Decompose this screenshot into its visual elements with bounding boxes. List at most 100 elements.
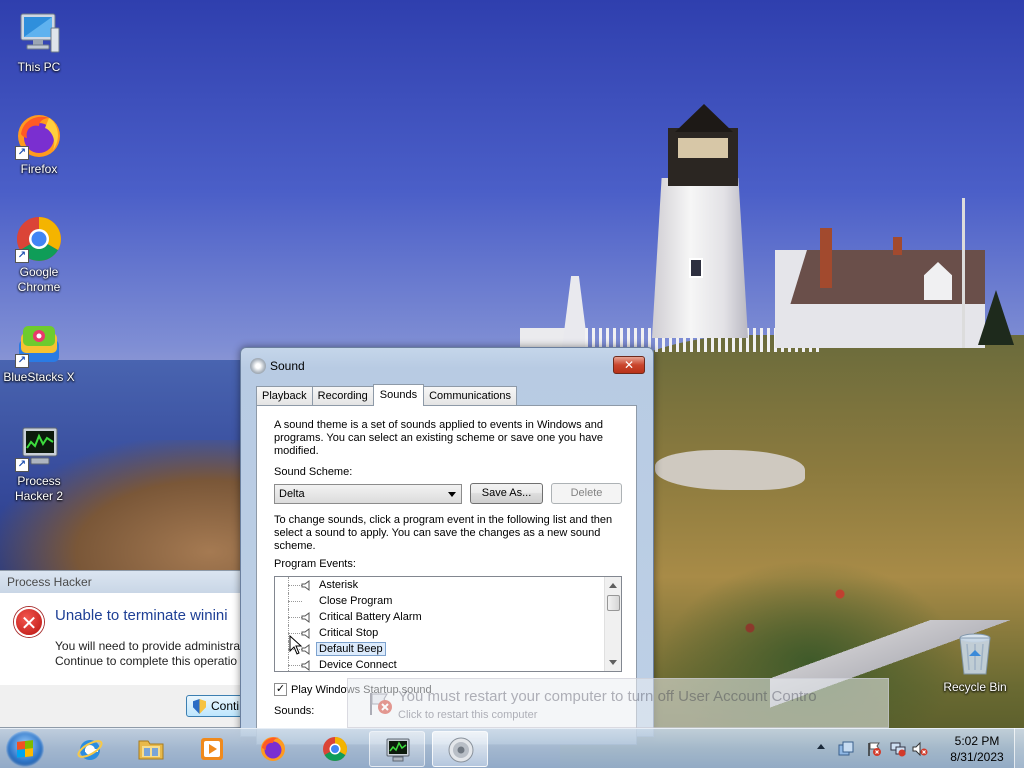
start-button[interactable] xyxy=(6,731,44,767)
wallpaper-chimney xyxy=(820,228,832,288)
desktop-icon-recycle-bin[interactable]: Recycle Bin xyxy=(937,630,1013,695)
action-center-flag-icon[interactable] xyxy=(866,741,882,757)
speaker-icon xyxy=(301,612,310,623)
process-hacker-icon: ↗ xyxy=(15,424,63,472)
taskbar-process-hacker[interactable] xyxy=(369,731,425,767)
sound-window-title: Sound xyxy=(270,359,305,373)
clock-time: 5:02 PM xyxy=(954,734,1000,748)
sound-window-icon xyxy=(250,358,266,374)
event-label: Default Beep xyxy=(316,642,386,656)
notification-title: You must restart your computer to turn o… xyxy=(398,688,817,705)
windows-logo-icon xyxy=(17,740,33,758)
network-icon[interactable] xyxy=(890,741,906,757)
scroll-down-icon[interactable] xyxy=(609,660,617,665)
show-desktop-button[interactable] xyxy=(1014,728,1024,768)
action-center-flag-icon xyxy=(370,693,392,715)
list-item-default-beep[interactable]: Default Beep xyxy=(275,641,621,657)
scroll-thumb[interactable] xyxy=(607,595,620,611)
list-item-close-program[interactable]: Close Program xyxy=(275,593,621,609)
show-hidden-icons-icon[interactable] xyxy=(817,744,825,749)
uac-restart-notification[interactable]: You must restart your computer to turn o… xyxy=(347,678,889,728)
shortcut-arrow-icon: ↗ xyxy=(15,146,29,160)
sound-scheme-select[interactable]: Delta xyxy=(274,484,462,504)
clock-date: 8/31/2023 xyxy=(950,750,1004,764)
sounds-label: Sounds: xyxy=(274,705,315,717)
desktop-icon-label: BlueStacks X xyxy=(3,370,75,384)
close-button[interactable]: ✕ xyxy=(613,356,645,374)
computer-icon xyxy=(15,10,63,58)
firefox-icon: ↗ xyxy=(15,112,63,160)
taskbar-firefox[interactable] xyxy=(245,731,301,767)
chrome-icon xyxy=(323,737,348,762)
events-scrollbar[interactable] xyxy=(604,577,621,671)
error-heading: Unable to terminate winini xyxy=(55,607,228,624)
program-events-list[interactable]: Asterisk Close Program Critical Battery … xyxy=(274,576,622,672)
desktop-icon-label: Google Chrome xyxy=(17,265,61,294)
notification-subtitle: Click to restart this computer xyxy=(398,709,538,721)
error-message-line: You will need to provide administra xyxy=(55,639,240,653)
tab-recording[interactable]: Recording xyxy=(311,386,374,406)
sound-tabs: Playback Recording Sounds Communications xyxy=(256,384,518,406)
event-label: Critical Stop xyxy=(319,627,379,639)
error-icon: ✕ xyxy=(14,607,44,637)
ie-icon xyxy=(77,740,103,760)
list-item-asterisk[interactable]: Asterisk xyxy=(275,577,621,593)
sound-scheme-value: Delta xyxy=(279,488,305,500)
folder-icon xyxy=(138,740,164,760)
wallpaper-lamp-glass xyxy=(678,138,728,158)
event-label: Device Connect xyxy=(319,659,397,671)
taskbar-sound[interactable] xyxy=(432,731,488,767)
desktop-icon-label: This PC xyxy=(17,60,61,74)
process-hacker-dialog: Process Hacker ✕ Unable to terminate win… xyxy=(0,570,260,728)
volume-muted-icon[interactable] xyxy=(912,741,928,757)
desktop-icon-bluestacks[interactable]: ↗ BlueStacks X xyxy=(1,320,77,385)
tab-sounds[interactable]: Sounds xyxy=(372,384,425,406)
shortcut-arrow-icon: ↗ xyxy=(15,249,29,263)
list-item-critical-battery-alarm[interactable]: Critical Battery Alarm xyxy=(275,609,621,625)
wallpaper-lamp-roof xyxy=(675,104,733,132)
event-label: Critical Battery Alarm xyxy=(319,611,422,623)
startup-sound-checkbox[interactable]: ✓ xyxy=(274,683,287,696)
chevron-down-icon xyxy=(448,492,456,497)
desktop-icon-label: Firefox xyxy=(20,162,58,176)
list-item-device-connect[interactable]: Device Connect xyxy=(275,657,621,671)
program-events-label: Program Events: xyxy=(274,558,356,570)
wallpaper-lighthouse-window xyxy=(689,258,703,278)
save-as-button[interactable]: Save As... xyxy=(470,483,543,504)
taskbar-media-player[interactable] xyxy=(184,731,240,767)
speaker-icon xyxy=(301,660,310,671)
sound-scheme-label: Sound Scheme: xyxy=(274,466,353,478)
list-item-critical-stop[interactable]: Critical Stop xyxy=(275,625,621,641)
media-player-icon xyxy=(201,738,223,760)
process-hacker-body: ✕ Unable to terminate winini You will ne… xyxy=(0,593,260,685)
wallpaper-chimney-small xyxy=(893,237,902,255)
event-label: Asterisk xyxy=(319,579,359,591)
shortcut-arrow-icon: ↗ xyxy=(15,354,29,368)
taskbar-clock[interactable]: 5:02 PM 8/31/2023 xyxy=(938,733,1016,765)
mouse-cursor-icon xyxy=(289,635,303,655)
chrome-icon: ↗ xyxy=(15,215,63,263)
tab-playback[interactable]: Playback xyxy=(256,386,313,406)
taskbar-file-explorer[interactable] xyxy=(123,731,179,767)
wallpaper-house-roof xyxy=(790,250,985,304)
change-sounds-instructions: To change sounds, click a program event … xyxy=(274,514,613,552)
action-center-icon[interactable] xyxy=(838,741,854,757)
shortcut-arrow-icon: ↗ xyxy=(15,458,29,472)
event-label: Close Program xyxy=(319,595,393,607)
uac-shield-icon xyxy=(193,699,206,714)
delete-button[interactable]: Delete xyxy=(551,483,622,504)
process-hacker-icon xyxy=(386,738,410,762)
desktop-icon-google-chrome[interactable]: ↗ Google Chrome xyxy=(1,215,77,295)
desktop-icon-process-hacker[interactable]: ↗ Process Hacker 2 xyxy=(1,424,77,504)
error-message: You will need to provide administra Cont… xyxy=(55,639,240,669)
taskbar-chrome[interactable] xyxy=(307,731,363,767)
tab-communications[interactable]: Communications xyxy=(423,386,518,406)
scroll-up-icon[interactable] xyxy=(609,583,617,588)
taskbar-internet-explorer[interactable] xyxy=(62,731,118,767)
wallpaper-rock-slab xyxy=(655,450,805,490)
firefox-icon xyxy=(261,737,285,761)
error-message-line: Continue to complete this operatio xyxy=(55,654,238,668)
wallpaper-flagpole xyxy=(962,198,965,348)
desktop-icon-firefox[interactable]: ↗ Firefox xyxy=(1,112,77,177)
desktop-icon-this-pc[interactable]: This PC xyxy=(1,10,77,75)
